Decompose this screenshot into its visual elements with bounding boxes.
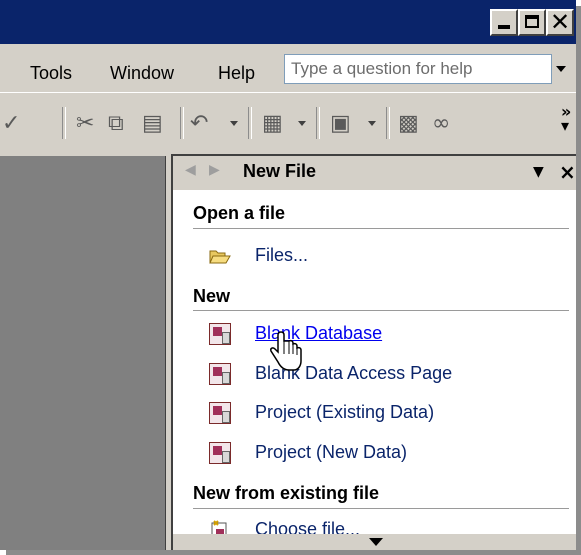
hand-cursor-icon	[270, 331, 302, 371]
menu-tools[interactable]: Tools	[30, 63, 72, 84]
close-icon: ✕	[550, 8, 571, 36]
analyze-icon[interactable]: ▣	[330, 111, 351, 137]
task-pane: ◀ ▶ New File ▼ × Open a file Files... Ne…	[171, 154, 576, 550]
paste-icon[interactable]: ▤	[142, 111, 163, 137]
close-window-button[interactable]: ✕	[546, 8, 574, 36]
task-pane-menu-icon[interactable]: ▼	[533, 164, 544, 180]
section-divider	[193, 310, 569, 311]
project-new-icon	[209, 442, 231, 464]
copy-icon[interactable]: ⧉	[108, 111, 124, 137]
project-existing-icon	[209, 402, 231, 424]
toolbar-separator	[386, 107, 390, 139]
spellcheck-icon[interactable]: ✓	[2, 111, 20, 137]
task-pane-scroll-strip[interactable]	[173, 534, 576, 550]
minimize-icon	[498, 25, 510, 29]
title-bar: ✕	[0, 0, 576, 44]
open-folder-icon	[209, 250, 231, 264]
toolbar-separator	[248, 107, 252, 139]
minimize-button[interactable]	[490, 9, 518, 36]
task-pane-header: ◀ ▶ New File ▼ ×	[173, 156, 576, 190]
office-links-dropdown-icon[interactable]	[298, 121, 306, 126]
blank-database-icon	[209, 323, 231, 345]
pane-splitter[interactable]	[165, 156, 170, 550]
maximize-button[interactable]	[518, 9, 546, 36]
menu-help[interactable]: Help	[218, 63, 255, 84]
maximize-icon	[525, 15, 539, 28]
section-new: New	[193, 286, 231, 306]
toolbar-separator	[180, 107, 184, 139]
data-access-page-icon	[209, 363, 231, 385]
analyze-dropdown-icon[interactable]	[368, 121, 376, 126]
properties-icon[interactable]: ▩	[398, 111, 419, 137]
section-divider	[193, 228, 569, 229]
section-divider	[193, 508, 569, 509]
scroll-down-icon[interactable]	[369, 538, 383, 546]
project-existing-data-label: Project (Existing Data)	[255, 402, 435, 422]
help-search-dropdown-icon[interactable]	[556, 66, 566, 72]
toolbar-separator	[62, 107, 66, 139]
office-links-icon[interactable]: ▦	[262, 111, 283, 137]
forward-arrow-icon[interactable]: ▶	[209, 162, 220, 178]
section-open-a-file: Open a file	[193, 203, 286, 223]
relationships-icon[interactable]: ∞	[432, 111, 450, 137]
standard-toolbar: ✓ ✂ ⧉ ▤ ↶ ▦ ▣ ▩ ∞ » ▾	[0, 93, 576, 155]
window-shadow-bottom	[6, 550, 581, 555]
toolbar-separator	[316, 107, 320, 139]
workspace-area	[0, 156, 165, 550]
files-label: Files...	[255, 245, 309, 265]
window-shadow-right	[576, 6, 581, 555]
undo-dropdown-icon[interactable]	[230, 121, 238, 126]
task-pane-close-icon[interactable]: ×	[559, 160, 576, 184]
cut-icon[interactable]: ✂	[76, 111, 94, 137]
section-new-from-existing-file: New from existing file	[193, 483, 380, 503]
task-pane-title: New File	[243, 161, 317, 181]
project-new-data-label: Project (New Data)	[255, 442, 408, 462]
menu-window[interactable]: Window	[110, 63, 174, 84]
back-arrow-icon[interactable]: ◀	[185, 162, 196, 178]
access-window: ✕ Tools Window Help Type a question for …	[0, 0, 576, 550]
toolbar-overflow-icon[interactable]: » ▾	[561, 104, 571, 134]
help-search-input[interactable]: Type a question for help	[284, 54, 552, 84]
undo-icon[interactable]: ↶	[190, 111, 208, 137]
menu-bar: Tools Window Help Type a question for he…	[0, 44, 576, 93]
